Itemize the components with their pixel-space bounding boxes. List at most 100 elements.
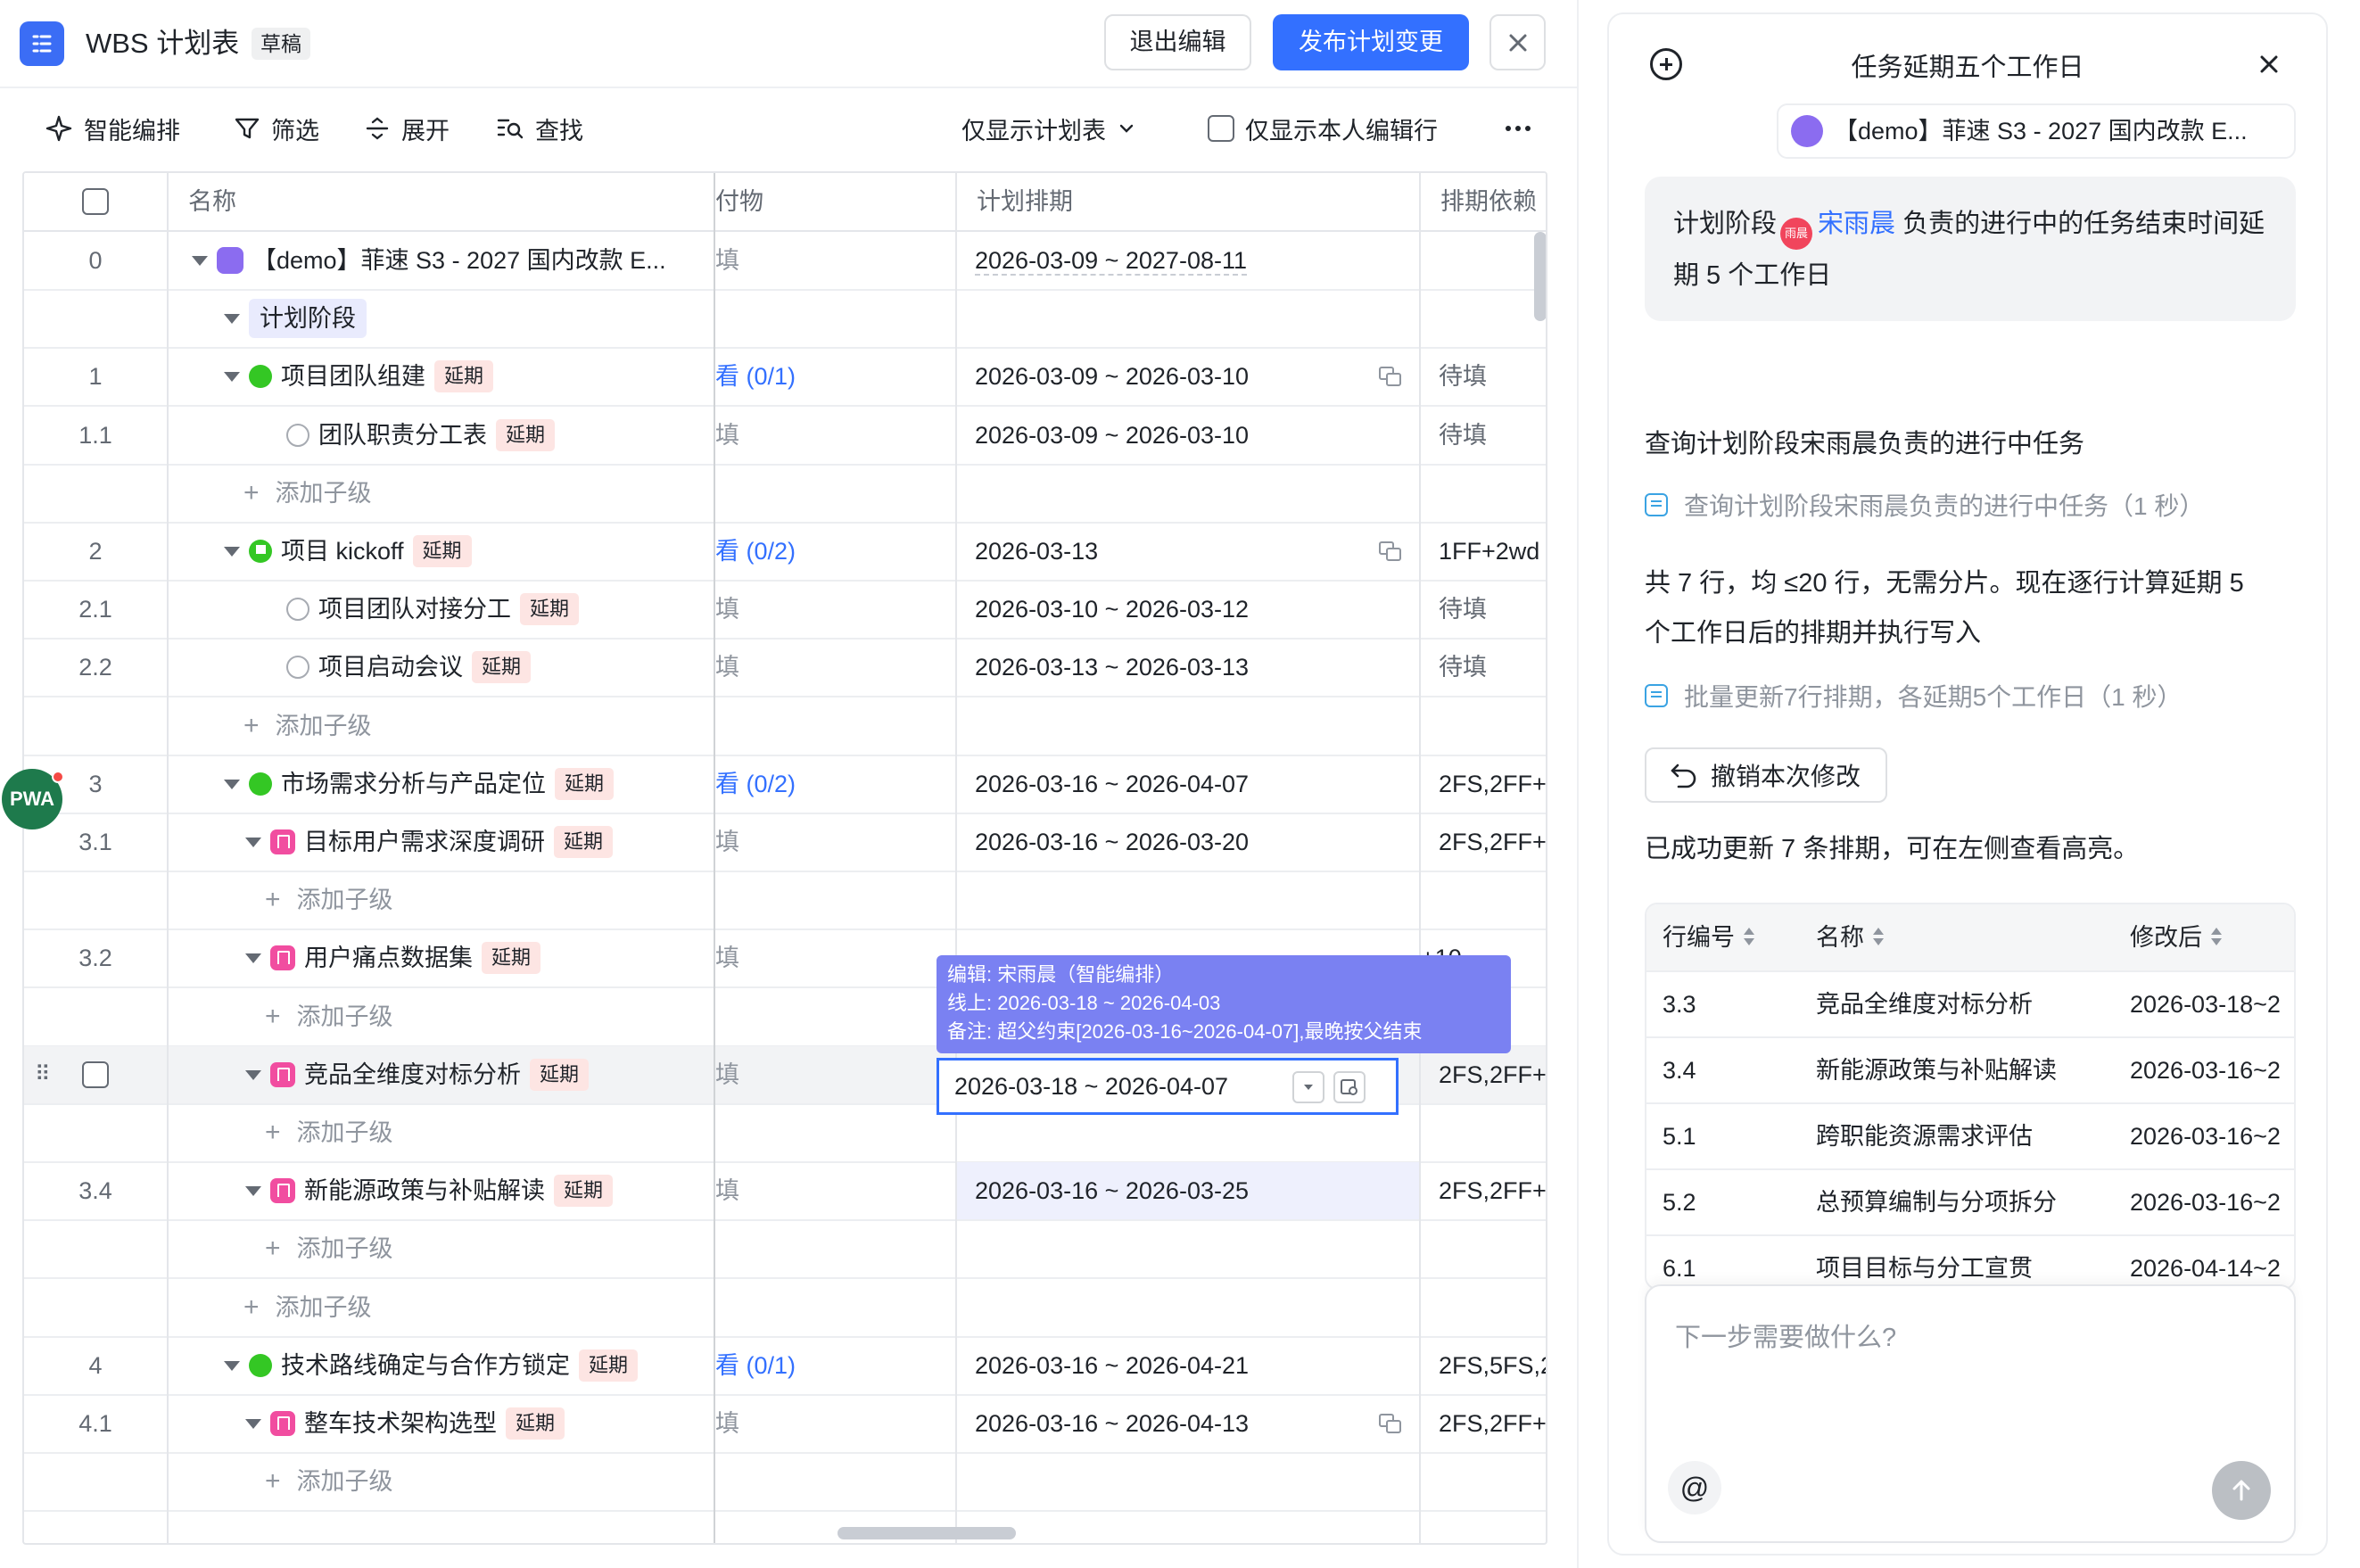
plan-date-cell[interactable]: 2026-03-16 ~ 2026-04-13 bbox=[957, 1395, 1419, 1452]
collapse-caret-icon[interactable] bbox=[245, 1418, 261, 1429]
collapse-caret-icon[interactable] bbox=[224, 1360, 240, 1371]
column-header-name[interactable]: 名称 bbox=[169, 173, 714, 230]
task-name-cell[interactable]: 用户痛点数据集 延期 bbox=[169, 929, 714, 986]
plan-date-cell[interactable]: 2026-03-16 ~ 2026-03-25 bbox=[957, 1162, 1419, 1219]
collapse-caret-icon[interactable] bbox=[224, 313, 240, 324]
table-row[interactable]: 2.1项目团队对接分工延期待填2026-03-10 ~ 2026-03-12待填 bbox=[24, 581, 1546, 640]
date-dropdown-button[interactable] bbox=[1292, 1071, 1324, 1103]
find-tool[interactable]: 查找 bbox=[496, 105, 583, 152]
vertical-scrollbar[interactable] bbox=[1534, 232, 1546, 321]
close-icon[interactable] bbox=[2251, 46, 2287, 82]
sync-date-icon[interactable] bbox=[1378, 1413, 1403, 1434]
tool-step-update[interactable]: 批量更新7行排期，各延期5个工作日（1 秒） bbox=[1645, 678, 2183, 714]
task-name-cell[interactable]: 新能源政策与补贴解读 延期 bbox=[169, 1162, 714, 1219]
result-table-row[interactable]: 6.1 项目目标与分工宣贯 2026-04-14~2 bbox=[1646, 1234, 2294, 1288]
plan-date-cell[interactable]: 2026-03-16 ~ 2026-03-20 bbox=[957, 813, 1419, 871]
column-header-deliverable[interactable]: 交付物 bbox=[715, 173, 956, 230]
dependency-cell[interactable]: 2FS,2FF+5 bbox=[1421, 1046, 1546, 1103]
more-options-button[interactable] bbox=[1504, 105, 1532, 152]
person-mention-link[interactable]: 宋雨晨 bbox=[1818, 210, 1895, 238]
dependency-cell[interactable]: 1FF+2wd bbox=[1421, 523, 1546, 580]
drag-handle-icon[interactable]: ⠿ bbox=[35, 1046, 51, 1103]
add-child-row[interactable]: + 添加子级 bbox=[24, 1453, 1546, 1512]
close-editor-button[interactable] bbox=[1489, 14, 1546, 70]
collapse-caret-icon[interactable] bbox=[245, 837, 261, 847]
plan-date-cell[interactable]: 2026-03-16 ~ 2026-04-07 bbox=[957, 755, 1419, 813]
collapse-caret-icon[interactable] bbox=[192, 255, 208, 266]
plan-date-cell[interactable]: 2026-03-16 ~ 2026-04-21 bbox=[957, 1337, 1419, 1394]
add-child-row[interactable]: + 添加子级 bbox=[24, 697, 1546, 756]
smart-arrange-tool[interactable]: 智能编排 bbox=[45, 105, 180, 152]
sync-date-icon[interactable] bbox=[1378, 366, 1403, 387]
column-header-plan[interactable]: 计划排期 bbox=[957, 173, 1419, 230]
table-row[interactable]: 4技术路线确定与合作方锁定延期查看 (0/1)2026-03-16 ~ 2026… bbox=[24, 1337, 1546, 1396]
add-child-button[interactable]: + 添加子级 bbox=[169, 697, 714, 755]
task-name-cell[interactable]: 竞品全维度对标分析 延期 bbox=[169, 1046, 714, 1103]
dependency-cell[interactable]: 2FS,2FF+2 bbox=[1421, 1395, 1546, 1452]
publish-changes-button[interactable]: 发布计划变更 bbox=[1273, 14, 1469, 70]
mention-button[interactable]: @ bbox=[1668, 1461, 1721, 1514]
dependency-cell[interactable]: 待填 bbox=[1421, 581, 1546, 638]
add-child-button[interactable]: + 添加子级 bbox=[169, 988, 714, 1045]
table-row[interactable] bbox=[24, 1511, 1546, 1543]
date-detail-button[interactable] bbox=[1333, 1071, 1366, 1103]
dependency-cell[interactable]: 待填 bbox=[1421, 348, 1546, 405]
table-row[interactable]: 0 【demo】菲速 S3 - 2027 国内改款 E... 待填 2026-03-0… bbox=[24, 232, 1546, 291]
sync-date-icon[interactable] bbox=[1378, 541, 1403, 562]
table-row[interactable]: 1.1团队职责分工表延期待填2026-03-09 ~ 2026-03-10待填 bbox=[24, 407, 1546, 466]
pane-divider[interactable] bbox=[1577, 0, 1579, 1568]
dependency-cell[interactable]: 2FS,2FF+3 bbox=[1421, 1162, 1546, 1219]
result-col-no[interactable]: 行编号 bbox=[1663, 904, 1754, 970]
tool-step-query[interactable]: 查询计划阶段宋雨晨负责的进行中任务（1 秒） bbox=[1645, 487, 2204, 523]
add-child-button[interactable]: + 添加子级 bbox=[169, 1453, 714, 1510]
result-table-row[interactable]: 3.3 竞品全维度对标分析 2026-03-18~2 bbox=[1646, 970, 2294, 1036]
task-name-cell[interactable]: 整车技术架构选型 延期 bbox=[169, 1395, 714, 1452]
table-row[interactable]: 计划阶段 bbox=[24, 290, 1546, 349]
collapse-caret-icon[interactable] bbox=[245, 1069, 261, 1080]
exit-edit-button[interactable]: 退出编辑 bbox=[1104, 14, 1251, 70]
result-col-name[interactable]: 名称 bbox=[1816, 904, 1884, 970]
add-child-button[interactable]: + 添加子级 bbox=[169, 1220, 714, 1277]
task-name-cell[interactable]: 目标用户需求深度调研 延期 bbox=[169, 813, 714, 871]
result-col-after[interactable]: 修改后 bbox=[2130, 904, 2222, 970]
task-name-cell[interactable]: 项目团队组建 延期 bbox=[169, 348, 714, 405]
dependency-cell[interactable]: 2FS,2FF+5 bbox=[1421, 813, 1546, 871]
plan-date-cell[interactable]: 2026-03-09 ~ 2026-03-10 bbox=[957, 407, 1419, 464]
deliverable-cell[interactable]: 查看 (0/1) bbox=[715, 348, 956, 405]
deliverable-cell[interactable]: 查看 (0/2) bbox=[715, 755, 956, 813]
plan-date-editor[interactable]: 2026-03-18 ~ 2026-04-07 bbox=[937, 1058, 1399, 1115]
dependency-cell[interactable]: 待填 bbox=[1421, 407, 1546, 464]
table-row[interactable]: 2.2项目启动会议延期待填2026-03-13 ~ 2026-03-13待填 bbox=[24, 639, 1546, 697]
table-row[interactable]: 1项目团队组建延期查看 (0/1)2026-03-09 ~ 2026-03-10… bbox=[24, 348, 1546, 407]
task-name-cell[interactable]: 【demo】菲速 S3 - 2027 国内改款 E... bbox=[169, 232, 714, 289]
table-row[interactable]: 3.4新能源政策与补贴解读延期待填2026-03-16 ~ 2026-03-25… bbox=[24, 1162, 1546, 1221]
collapse-caret-icon[interactable] bbox=[224, 371, 240, 382]
collapse-caret-icon[interactable] bbox=[245, 1185, 261, 1196]
dependency-cell[interactable]: 待填 bbox=[1421, 639, 1546, 696]
send-button[interactable] bbox=[2212, 1461, 2271, 1520]
task-name-cell[interactable]: 市场需求分析与产品定位 延期 bbox=[169, 755, 714, 813]
result-table-row[interactable]: 3.4 新能源政策与补贴解读 2026-03-16~2 bbox=[1646, 1036, 2294, 1102]
table-row[interactable]: 3.1目标用户需求深度调研延期待填2026-03-16 ~ 2026-03-20… bbox=[24, 813, 1546, 872]
collapse-caret-icon[interactable] bbox=[224, 546, 240, 557]
add-child-row[interactable]: + 添加子级 bbox=[24, 871, 1546, 930]
table-row[interactable]: 4.1整车技术架构选型延期待填2026-03-16 ~ 2026-04-132F… bbox=[24, 1395, 1546, 1454]
add-child-row[interactable]: + 添加子级 bbox=[24, 465, 1546, 524]
table-row[interactable]: 3市场需求分析与产品定位延期查看 (0/2)2026-03-16 ~ 2026-… bbox=[24, 755, 1546, 814]
deliverable-cell[interactable]: 查看 (0/1) bbox=[715, 1337, 956, 1394]
task-name-cell[interactable]: 项目 kickoff 延期 bbox=[169, 523, 714, 580]
chat-input-box[interactable]: 下一步需要做什么? @ bbox=[1645, 1284, 2296, 1543]
column-header-dependency[interactable]: 排期依赖 bbox=[1421, 173, 1546, 230]
undo-changes-button[interactable]: 撤销本次修改 bbox=[1645, 747, 1887, 803]
select-all-checkbox[interactable] bbox=[82, 188, 109, 215]
add-child-row[interactable]: + 添加子级 bbox=[24, 1220, 1546, 1279]
dependency-cell[interactable]: 2FS,2FF+15 bbox=[1421, 755, 1546, 813]
plan-date-cell[interactable]: 2026-03-09 ~ 2026-03-10 bbox=[957, 348, 1419, 405]
horizontal-scrollbar[interactable] bbox=[838, 1527, 1016, 1539]
expand-tool[interactable]: 展开 bbox=[364, 105, 450, 152]
plan-date-cell[interactable]: 2026-03-13 bbox=[957, 523, 1419, 580]
task-name-cell[interactable]: 项目启动会议 延期 bbox=[169, 639, 714, 696]
context-chip[interactable]: 【demo】菲速 S3 - 2027 国内改款 E... bbox=[1777, 103, 2296, 159]
table-row[interactable]: 2 项目 kickoff 延期 查看 (0/2) 2026-03-13 1FF+2wd bbox=[24, 523, 1546, 582]
task-name-cell[interactable]: 技术路线确定与合作方锁定 延期 bbox=[169, 1337, 714, 1394]
